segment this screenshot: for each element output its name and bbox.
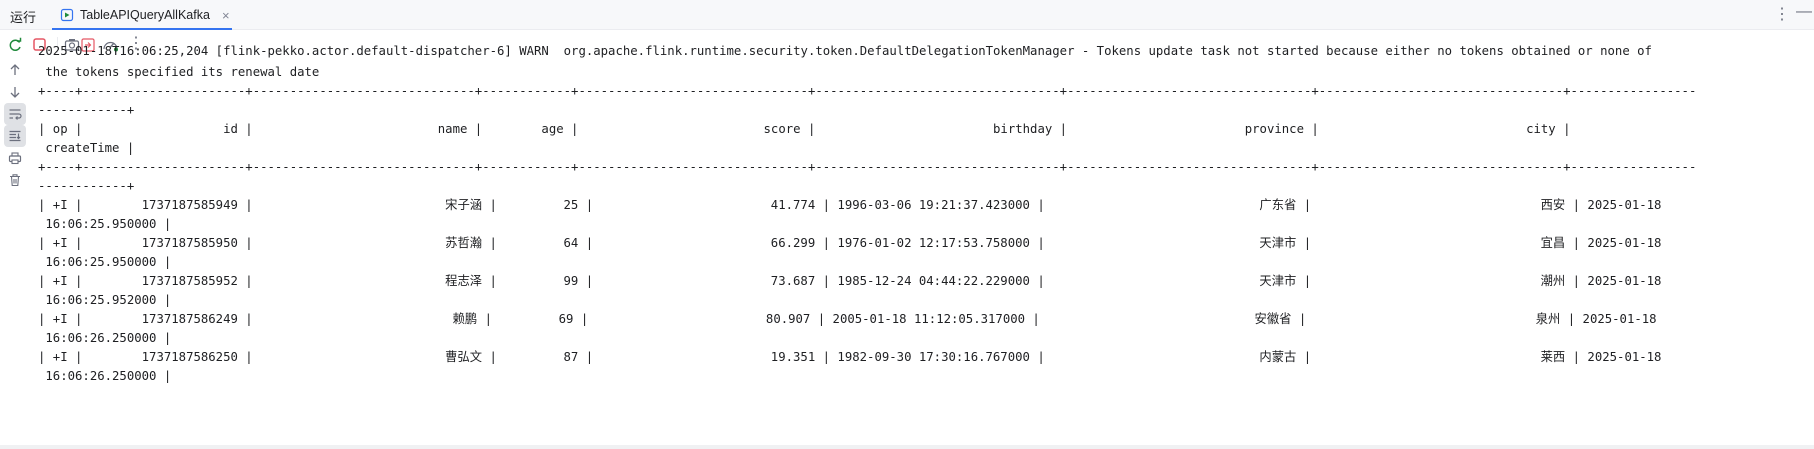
console-side-toolbar <box>0 59 30 449</box>
table-row: | +I | 1737187586250 | 曹弘文 | 87 | 19.351… <box>38 350 1662 364</box>
more-options-icon[interactable]: ⋮ <box>1774 4 1790 24</box>
horizontal-scrollbar[interactable] <box>0 445 1814 449</box>
table-row: | +I | 1737187585949 | 宋子涵 | 25 | 41.774… <box>38 198 1662 212</box>
table-header: | op | id | name | age | score | birthda… <box>38 122 1571 136</box>
active-tab-indicator <box>52 28 232 30</box>
run-tool-window-header: 运行 TableAPIQueryAllKafka × ⋮ — <box>0 0 1814 30</box>
run-config-icon <box>60 8 74 22</box>
print-icon[interactable] <box>4 147 26 169</box>
table-row: | +I | 1737187585950 | 苏哲瀚 | 64 | 66.299… <box>38 236 1662 250</box>
scroll-to-end-icon[interactable] <box>4 125 26 147</box>
up-arrow-icon[interactable] <box>4 59 26 81</box>
close-icon[interactable]: × <box>222 8 230 23</box>
table-row: 16:06:25.950000 | <box>38 217 172 231</box>
clear-icon[interactable] <box>4 169 26 191</box>
table-header: createTime | <box>38 141 135 155</box>
minimize-icon[interactable]: — <box>1796 3 1812 21</box>
table-row: 16:06:25.952000 | <box>38 293 172 307</box>
table-border: +----+----------------------+-----------… <box>38 160 1697 174</box>
tab-table-api-query-all-kafka[interactable]: TableAPIQueryAllKafka × <box>52 0 232 30</box>
table-border: ------------+ <box>38 103 135 117</box>
table-row: 16:06:26.250000 | <box>38 331 172 345</box>
log-line: the tokens specified its renewal date <box>38 65 320 79</box>
table-border: ------------+ <box>38 179 135 193</box>
run-panel-title: 运行 <box>10 10 37 25</box>
table-row: 16:06:25.950000 | <box>38 255 172 269</box>
tab-label: TableAPIQueryAllKafka <box>80 8 210 22</box>
down-arrow-icon[interactable] <box>4 81 26 103</box>
log-line: 2025-01-18T16:06:25,204 [flink-pekko.act… <box>38 44 1652 58</box>
table-row: 16:06:26.250000 | <box>38 369 172 383</box>
console-output[interactable]: 2025-01-18T16:06:25,204 [flink-pekko.act… <box>30 42 1814 449</box>
table-border: +----+----------------------+-----------… <box>38 84 1697 98</box>
rerun-icon[interactable] <box>7 37 23 53</box>
table-row: | +I | 1737187586249 | 赖鹏 | 69 | 80.907 … <box>38 312 1657 326</box>
table-row: | +I | 1737187585952 | 程志泽 | 99 | 73.687… <box>38 274 1662 288</box>
soft-wrap-icon[interactable] <box>4 103 26 125</box>
